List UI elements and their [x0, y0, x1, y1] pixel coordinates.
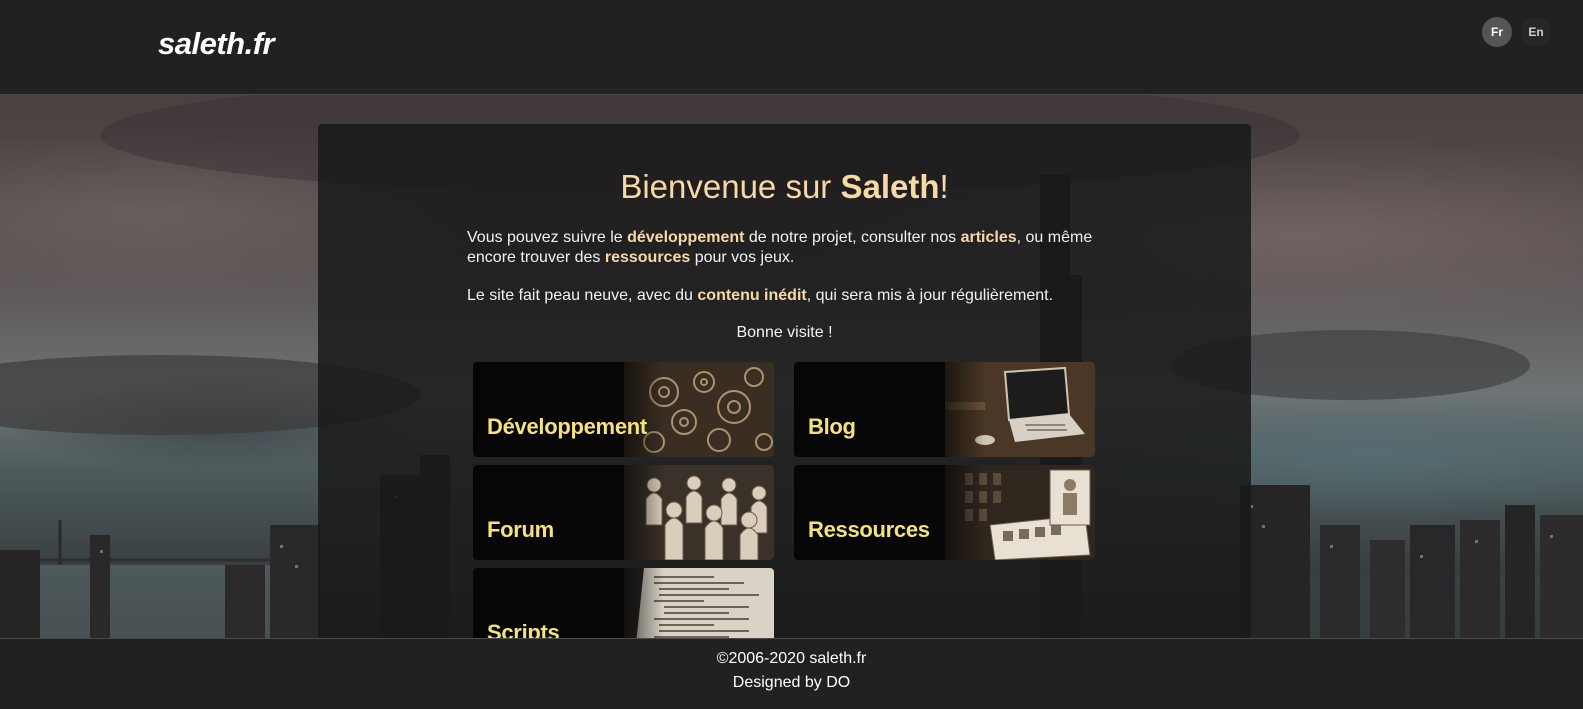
card-label: Ressources: [808, 517, 930, 542]
card-forum[interactable]: Forum: [473, 465, 774, 560]
intro-paragraph-2: Le site fait peau neuve, avec du contenu…: [467, 287, 1054, 304]
card-scripts[interactable]: Scripts: [473, 568, 774, 638]
highlight-articles: articles: [960, 229, 1017, 246]
site-footer: ©2006-2020 saleth.fr Designed by DO: [0, 638, 1583, 709]
designer-credit: Designed by DO: [732, 674, 851, 691]
site-header: saleth.fr Fr En: [0, 0, 1583, 95]
card-blog[interactable]: Blog: [794, 362, 1095, 457]
intro-text: Vous pouvez suivre le développement de n…: [467, 228, 1107, 324]
card-label: Développement: [487, 414, 647, 439]
card-resources[interactable]: Ressources: [794, 465, 1095, 560]
copyright-text: ©2006-2020 saleth.fr: [716, 650, 867, 667]
site-logo[interactable]: saleth.fr: [158, 26, 275, 62]
intro-paragraph-1: Vous pouvez suivre le développement de n…: [467, 229, 1093, 266]
card-development[interactable]: Développement: [473, 362, 774, 457]
card-label: Scripts: [487, 620, 560, 638]
card-label: Blog: [808, 414, 856, 439]
highlight-new-content: contenu inédit: [697, 287, 807, 304]
welcome-panel: Bienvenue sur Saleth! Vous pouvez suivre…: [318, 124, 1251, 638]
language-en-button[interactable]: En: [1521, 17, 1551, 47]
closing-text: Bonne visite !: [736, 324, 833, 341]
highlight-resources: ressources: [604, 249, 691, 266]
site-name-highlight: Saleth: [840, 168, 940, 205]
card-label: Forum: [487, 517, 554, 542]
language-fr-button[interactable]: Fr: [1482, 17, 1512, 47]
welcome-title: Bienvenue sur Saleth!: [620, 168, 949, 205]
highlight-development: développement: [627, 229, 745, 246]
